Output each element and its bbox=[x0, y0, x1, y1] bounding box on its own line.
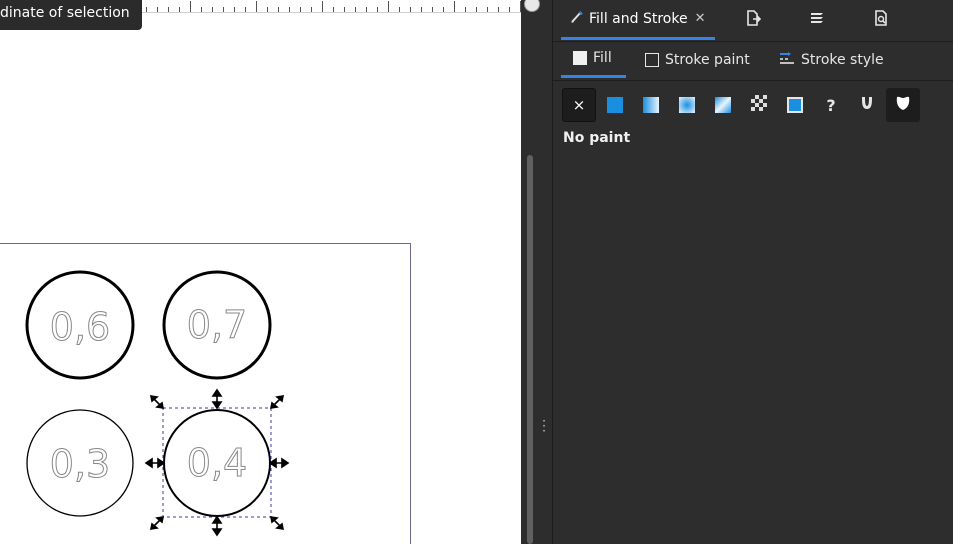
flat-color-button[interactable] bbox=[598, 88, 632, 122]
tooltip: dinate of selection bbox=[0, 0, 142, 30]
tab-label: Fill bbox=[593, 50, 612, 66]
tab-stroke-paint[interactable]: Stroke paint bbox=[645, 41, 750, 78]
tab-label: Fill and Stroke bbox=[589, 10, 688, 27]
resize-handle-w[interactable] bbox=[144, 457, 166, 469]
circle-0-7[interactable]: 0,7 bbox=[162, 270, 272, 380]
fill-rule-nonzero-icon bbox=[894, 94, 912, 116]
tab-fill-and-stroke[interactable]: Fill and Stroke ✕ bbox=[561, 0, 715, 40]
drag-handle-icon[interactable]: · · · bbox=[541, 415, 547, 437]
fill-rule-nonzero-button[interactable] bbox=[886, 88, 920, 122]
pattern-button[interactable] bbox=[742, 88, 776, 122]
resize-handle-ne[interactable] bbox=[269, 395, 285, 409]
radial-gradient-button[interactable] bbox=[670, 88, 704, 122]
paint-status-label: No paint bbox=[563, 130, 631, 146]
swatch-icon bbox=[787, 97, 803, 113]
stroke-swatch-icon bbox=[645, 52, 659, 67]
tab-stroke-style[interactable]: Stroke style bbox=[779, 41, 884, 78]
fill-stroke-tabs: Fill Stroke paint Stroke style bbox=[553, 41, 953, 81]
pattern-icon bbox=[751, 95, 767, 115]
tab-label: Stroke paint bbox=[665, 51, 750, 68]
linear-gradient-icon bbox=[643, 97, 659, 113]
linear-gradient-button[interactable] bbox=[634, 88, 668, 122]
tab-layers[interactable] bbox=[799, 0, 835, 40]
circle-0-4[interactable]: 0,4 bbox=[163, 409, 271, 517]
paint-type-selector: × ? bbox=[562, 88, 922, 122]
brush-icon bbox=[569, 9, 585, 29]
tab-fill[interactable]: Fill bbox=[561, 41, 626, 78]
circle-label: 0,7 bbox=[187, 303, 247, 347]
no-paint-icon: × bbox=[572, 96, 586, 114]
fill-rule-evenodd-icon bbox=[859, 95, 875, 115]
circle-0-6[interactable]: 0,6 bbox=[25, 270, 135, 380]
circle-label: 0,4 bbox=[187, 441, 247, 485]
export-icon bbox=[744, 9, 762, 31]
resize-handle-sw[interactable] bbox=[149, 516, 165, 530]
vertical-scrollbar[interactable] bbox=[527, 155, 533, 544]
circle-label: 0,6 bbox=[50, 305, 110, 349]
close-icon[interactable]: ✕ bbox=[695, 11, 706, 26]
radial-gradient-icon bbox=[679, 97, 695, 113]
tab-export[interactable] bbox=[735, 0, 771, 40]
drawing[interactable]: 0,6 0,7 0,3 0,4 bbox=[0, 0, 521, 544]
tab-label: Stroke style bbox=[801, 51, 884, 68]
tab-document-properties[interactable] bbox=[863, 0, 899, 40]
circle-label: 0,3 bbox=[50, 442, 110, 486]
flat-color-icon bbox=[607, 97, 623, 113]
dock-tab-bar: Fill and Stroke ✕ bbox=[553, 0, 953, 42]
no-paint-button[interactable]: × bbox=[562, 88, 596, 122]
resize-handle-nw[interactable] bbox=[149, 395, 165, 409]
swatch-button[interactable] bbox=[778, 88, 812, 122]
fill-and-stroke-dialog: Fill and Stroke ✕ Fill Stroke paint Stro… bbox=[553, 0, 953, 544]
mesh-gradient-icon bbox=[715, 97, 731, 113]
layers-icon bbox=[808, 9, 826, 31]
panel-separator[interactable]: · · · bbox=[521, 0, 553, 544]
resize-handle-se[interactable] bbox=[269, 516, 285, 530]
tooltip-text: dinate of selection bbox=[0, 5, 130, 21]
resize-handle-s[interactable] bbox=[211, 515, 223, 537]
canvas[interactable]: 0,6 0,7 0,3 0,4 dinate of selection bbox=[0, 0, 521, 544]
fill-swatch-icon bbox=[573, 51, 587, 65]
unset-paint-button[interactable]: ? bbox=[814, 88, 848, 122]
unset-paint-icon: ? bbox=[826, 95, 836, 115]
circle-0-3[interactable]: 0,3 bbox=[26, 409, 134, 517]
resize-handle-n[interactable] bbox=[211, 388, 223, 410]
resize-handle-e[interactable] bbox=[268, 457, 290, 469]
mesh-gradient-button[interactable] bbox=[706, 88, 740, 122]
document-properties-icon bbox=[872, 9, 890, 31]
stroke-style-icon bbox=[779, 51, 795, 69]
fill-rule-evenodd-button[interactable] bbox=[850, 88, 884, 122]
